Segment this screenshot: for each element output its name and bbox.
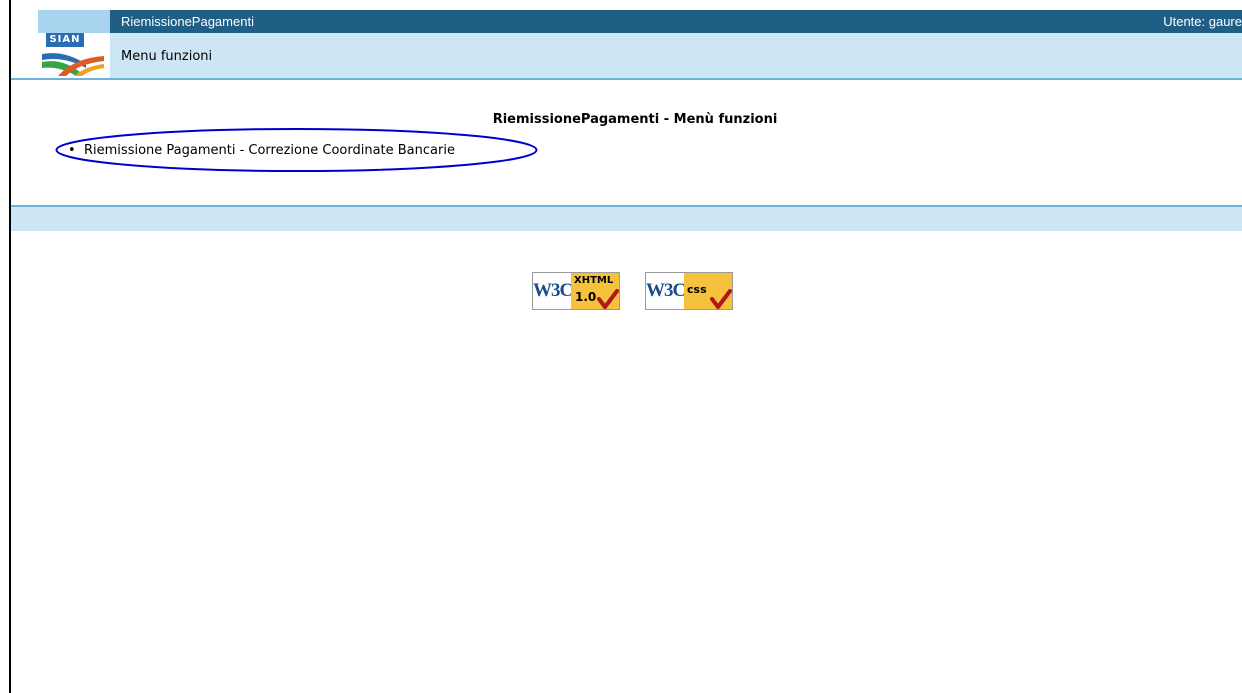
list-bullet: •: [68, 143, 76, 158]
left-border: [9, 0, 11, 693]
w3c-xhtml-badge[interactable]: W3C XHTML 1.0: [532, 272, 620, 310]
menu-bar-label: Menu funzioni: [121, 49, 213, 64]
xhtml-badge-panel: XHTML 1.0: [571, 273, 619, 309]
check-icon: [710, 289, 732, 309]
app-title: RiemissionePagamenti: [121, 14, 254, 29]
w3c-css-badge[interactable]: W3C css: [645, 272, 733, 310]
css-label: css: [687, 283, 707, 296]
w3c-logo-text: W3C: [646, 280, 686, 301]
xhtml-label: XHTML: [574, 275, 614, 286]
title-bar: RiemissionePagamenti Utente: gaure: [110, 10, 1242, 33]
logo-text: SIAN: [46, 33, 84, 47]
css-badge-panel: css: [684, 273, 732, 309]
menu-bar: Menu funzioni: [110, 33, 1242, 78]
page-title: RiemissionePagamenti - Menù funzioni: [492, 112, 778, 127]
logo-top-panel: [38, 10, 110, 33]
menu-item-correzione-coordinate[interactable]: Riemissione Pagamenti - Correzione Coord…: [84, 143, 455, 158]
xhtml-version: 1.0: [575, 290, 597, 304]
w3c-logo-text: W3C: [533, 280, 573, 301]
check-icon: [597, 289, 619, 309]
fields-icon: [42, 53, 104, 76]
header-divider: [11, 78, 1242, 80]
footer-bar: [11, 205, 1242, 231]
sian-logo: SIAN: [38, 10, 110, 78]
user-label: Utente: gaure: [1163, 14, 1242, 29]
